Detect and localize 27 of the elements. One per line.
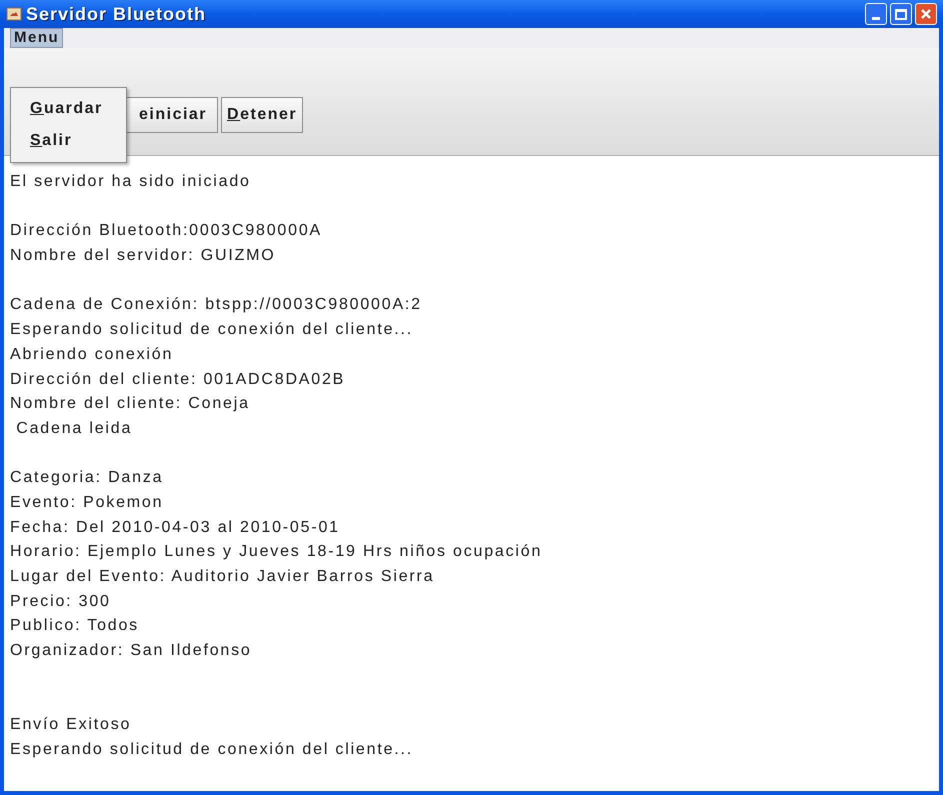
log-line: Categoria: Danza [10,468,164,488]
menu[interactable]: Menu [10,28,64,48]
log-line: Envío Exitoso [10,715,132,736]
log-line: Nombre del cliente: Coneja [10,394,251,414]
log-line: Nombre del servidor: GUIZMO [10,246,277,266]
log-line: Dirección Bluetooth:0003C980000A [10,221,323,242]
close-icon [920,8,932,20]
log-line: Evento: Pokemon [10,492,164,513]
app-icon [6,6,22,22]
maximize-button[interactable] [890,3,912,25]
log-line: Dirección del cliente: 001ADC8DA02B [10,370,346,390]
log-line: Lugar del Evento: Auditorio Javier Barros Sierra [10,567,436,587]
log-line: Precio: 300 [10,592,112,612]
log-line: Esperando solicitud de conexión del cliente... [10,740,414,760]
log-line: Cadena de Conexión: btspp://0003C980000A:2 [10,295,423,316]
log-line: Esperando solicitud de conexión del cliente... [10,320,414,340]
log-line: Abriendo conexión [10,344,174,365]
log-line: Publico: Todos [10,616,140,636]
log-line: Organizador: San Ildefonso [10,641,253,662]
close-button[interactable] [915,3,937,25]
minimize-button[interactable] [865,3,887,25]
toolbar-button[interactable]: Detener [221,96,304,132]
log-line: Cadena leida [15,418,134,439]
window-title: Servidor Bluetooth [26,2,206,26]
log-line: Horario: Ejemplo Lunes y Jueves 18-19 Hrs niños ocupación [10,542,544,562]
log-line: Fecha: Del 2010-04-03 al 2010-05-01 [10,518,341,538]
log-line: El servidor ha sido iniciado [10,172,252,192]
